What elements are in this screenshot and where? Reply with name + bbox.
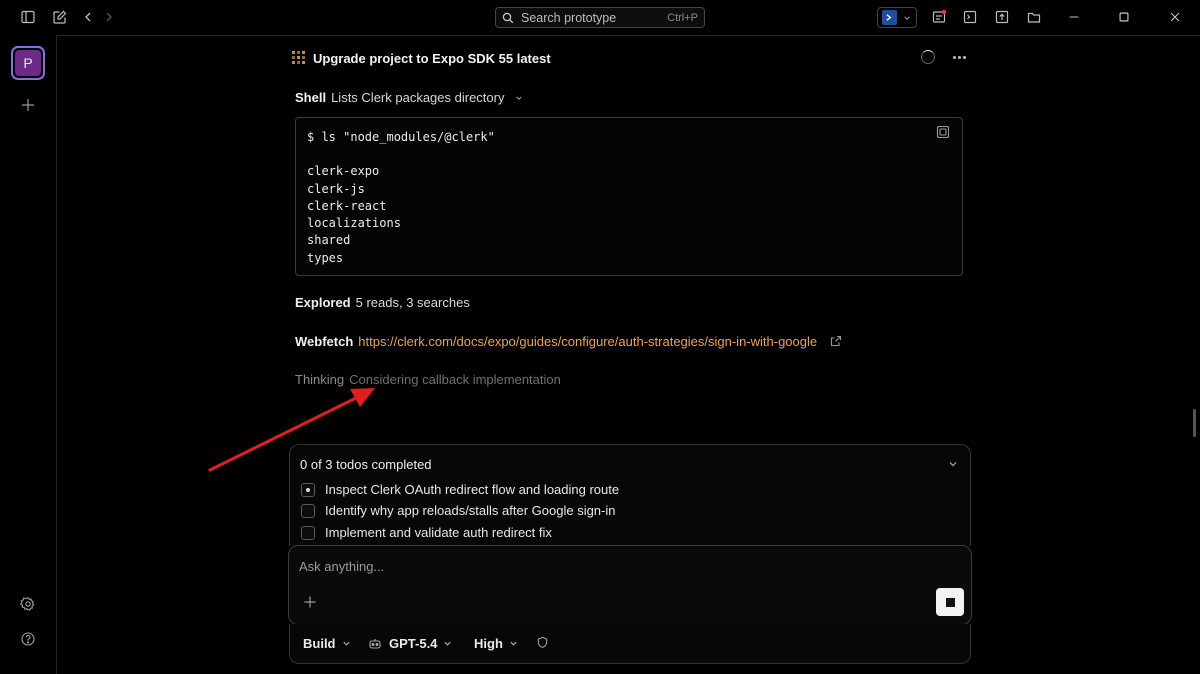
task-title: Upgrade project to Expo SDK 55 latest [313,51,551,66]
add-attachment-icon[interactable] [303,595,317,609]
project-rail [0,35,57,674]
scrollbar-thumb[interactable] [1193,409,1196,437]
shell-output-line: clerk-js [307,181,365,196]
todo-label: Inspect Clerk OAuth redirect flow and lo… [325,482,620,497]
permissions-toggle[interactable] [536,636,549,649]
loading-spinner-icon [921,50,935,64]
shell-label: Shell [295,90,327,105]
shell-output-line: clerk-react [307,198,387,213]
stop-button[interactable] [936,588,964,616]
chevron-down-icon [904,15,910,20]
project-initial: P [15,50,41,76]
model-selector[interactable]: GPT-5.4 [368,636,452,651]
add-project-icon[interactable] [19,96,37,114]
settings-icon[interactable] [19,595,37,613]
more-options-icon[interactable] [950,49,968,65]
model-icon [369,638,381,649]
explored-step[interactable]: Explored 5 reads, 3 searches [295,295,470,310]
project-avatar[interactable]: P [11,46,45,80]
back-icon[interactable] [80,9,96,25]
shield-icon [537,636,548,648]
external-link-icon[interactable] [830,335,842,347]
shell-output-lines: clerk-expo clerk-js clerk-react localizatio… [307,163,951,267]
todo-item[interactable]: Implement and validate auth redirect fix [301,525,552,540]
powershell-icon [882,10,897,25]
mode-selector[interactable]: Build [303,636,351,651]
shell-output-line: clerk-expo [307,164,380,179]
effort-label: High [474,636,503,651]
chevron-down-icon [516,96,522,100]
mode-label: Build [303,636,336,651]
terminal-icon[interactable] [962,9,978,25]
todo-checkbox[interactable] [301,482,315,497]
shell-output-line: localizations [307,216,401,231]
effort-selector[interactable]: High [474,636,518,651]
stop-icon [945,597,955,607]
chevron-down-icon [444,641,452,646]
shell-step[interactable]: Shell Lists Clerk packages directory [295,90,523,105]
todos-summary[interactable]: 0 of 3 todos completed [300,457,432,472]
title-bar: Search prototype Ctrl+P [0,0,1200,35]
todo-label: Implement and validate auth redirect fix [325,525,552,540]
help-icon[interactable] [19,630,37,648]
search-icon [502,12,514,23]
maximize-icon[interactable] [1116,9,1132,25]
webfetch-label: Webfetch [295,334,354,349]
search-shortcut: Ctrl+P [667,11,698,24]
shell-description: Lists Clerk packages directory [331,90,505,105]
chevron-down-icon [342,641,350,646]
search-placeholder: Search prototype [521,10,617,25]
prompt-input[interactable] [299,556,899,576]
explored-label: Explored [295,295,351,310]
toggle-sidebar-icon[interactable] [20,9,36,25]
todo-label: Identify why app reloads/stalls after Go… [325,503,616,518]
shell-output-block: $ ls "node_modules/@clerk" clerk-expo cle… [295,117,963,276]
minimize-icon[interactable] [1066,9,1082,25]
todo-item[interactable]: Inspect Clerk OAuth redirect flow and lo… [301,482,619,497]
terminal-profile-dropdown[interactable] [877,7,917,28]
thinking-value: Considering callback implementation [349,372,561,387]
upload-icon[interactable] [994,9,1010,25]
todos-panel: 0 of 3 todos completed Inspect Clerk OAu… [289,444,971,546]
titlebar-divider [57,35,1200,36]
search-box[interactable]: Search prototype Ctrl+P [495,7,705,28]
chevron-down-icon[interactable] [948,457,958,467]
forward-icon[interactable] [101,9,117,25]
rail-divider [56,35,57,674]
todo-checkbox[interactable] [301,503,315,518]
composer [288,545,972,625]
model-label: GPT-5.4 [389,636,438,651]
new-chat-icon[interactable] [52,9,68,25]
thinking-label: Thinking [295,372,345,387]
explored-value: 5 reads, 3 searches [355,295,470,310]
todo-item[interactable]: Identify why app reloads/stalls after Go… [301,503,616,518]
changes-icon[interactable] [931,9,947,25]
shell-output-line: shared [307,233,351,248]
todo-checkbox[interactable] [301,525,315,540]
webfetch-step: Webfetch https://clerk.com/docs/expo/guid… [295,334,842,349]
chevron-down-icon [510,641,517,646]
thinking-step: Thinking Considering callback implementat… [295,372,561,387]
composer-toolbar: Build GPT-5.4 High [289,624,971,664]
shell-output-line: types [307,250,344,265]
copy-icon[interactable] [936,125,950,139]
shell-command: $ ls "node_modules/@clerk" [307,130,495,144]
task-grid-icon [292,51,305,64]
folder-icon[interactable] [1026,9,1042,25]
webfetch-link[interactable]: https://clerk.com/docs/expo/guides/confi… [358,334,817,349]
close-icon[interactable] [1167,9,1183,25]
